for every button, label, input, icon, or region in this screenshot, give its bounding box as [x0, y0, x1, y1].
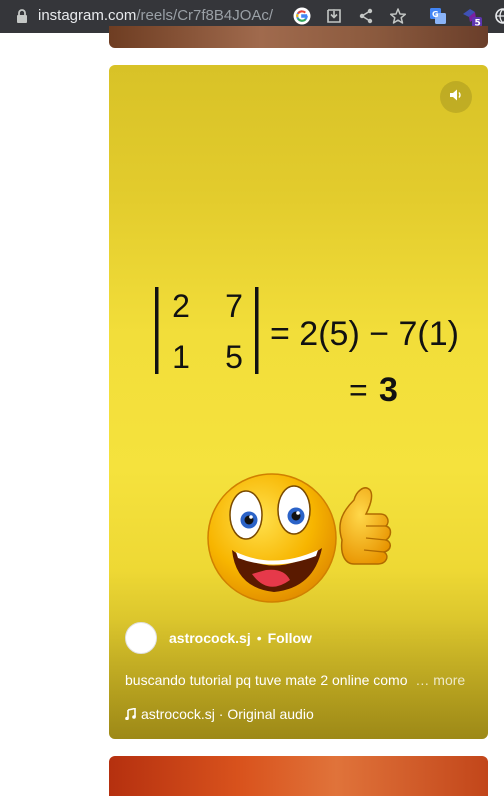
reel-audio-link[interactable]: astrocock.sj · Original audio: [125, 706, 314, 722]
matrix-cell-c: 1: [172, 339, 190, 375]
install-app-icon[interactable]: [323, 5, 345, 27]
matrix-cell-a: 2: [172, 288, 190, 324]
equation-result: 3: [379, 371, 398, 409]
lock-icon[interactable]: [14, 8, 30, 24]
url-path: /reels/Cr7f8B4JOAc/: [136, 7, 274, 24]
audio-label: astrocock.sj · Original audio: [141, 706, 314, 722]
separator-dot: •: [256, 630, 262, 646]
globe-icon[interactable]: [492, 5, 504, 27]
avatar[interactable]: [125, 622, 157, 654]
determinant-math: 2 7 1 5 = 2(5) − 7(1) = 3: [155, 287, 459, 409]
more-button[interactable]: … more: [415, 672, 465, 688]
equation-line-2-equals: =: [349, 372, 368, 408]
equation-line-1: = 2(5) − 7(1): [270, 315, 459, 353]
matrix-cell-d: 5: [225, 339, 243, 375]
reel-card[interactable]: 2 7 1 5 = 2(5) − 7(1) = 3 astrocock.sj •…: [109, 65, 488, 739]
caption-text: buscando tutorial pq tuve mate 2 online …: [125, 672, 408, 688]
url-text[interactable]: instagram.com/reels/Cr7f8B4JOAc/: [38, 7, 273, 25]
mute-toggle-button[interactable]: [440, 81, 472, 113]
matrix-cell-b: 7: [225, 288, 243, 324]
share-icon[interactable]: [355, 5, 377, 27]
music-note-icon: [125, 708, 136, 720]
url-host: instagram.com: [38, 7, 137, 24]
username-link[interactable]: astrocock.sj: [169, 630, 251, 646]
bookmark-star-icon[interactable]: [387, 5, 409, 27]
previous-reel-thumbnail[interactable]: [109, 26, 488, 48]
speaker-icon: [449, 88, 463, 107]
extension-icon[interactable]: 5: [461, 5, 483, 27]
reel-author-row: astrocock.sj • Follow: [125, 622, 312, 654]
reel-caption: buscando tutorial pq tuve mate 2 online …: [125, 672, 465, 688]
svg-text:G: G: [432, 10, 439, 19]
google-icon[interactable]: [291, 5, 313, 27]
follow-button[interactable]: Follow: [268, 630, 312, 646]
next-reel-thumbnail[interactable]: [109, 756, 488, 796]
thumbs-up-emoji-icon: [207, 473, 392, 603]
translate-extension-icon[interactable]: G: [427, 5, 449, 27]
